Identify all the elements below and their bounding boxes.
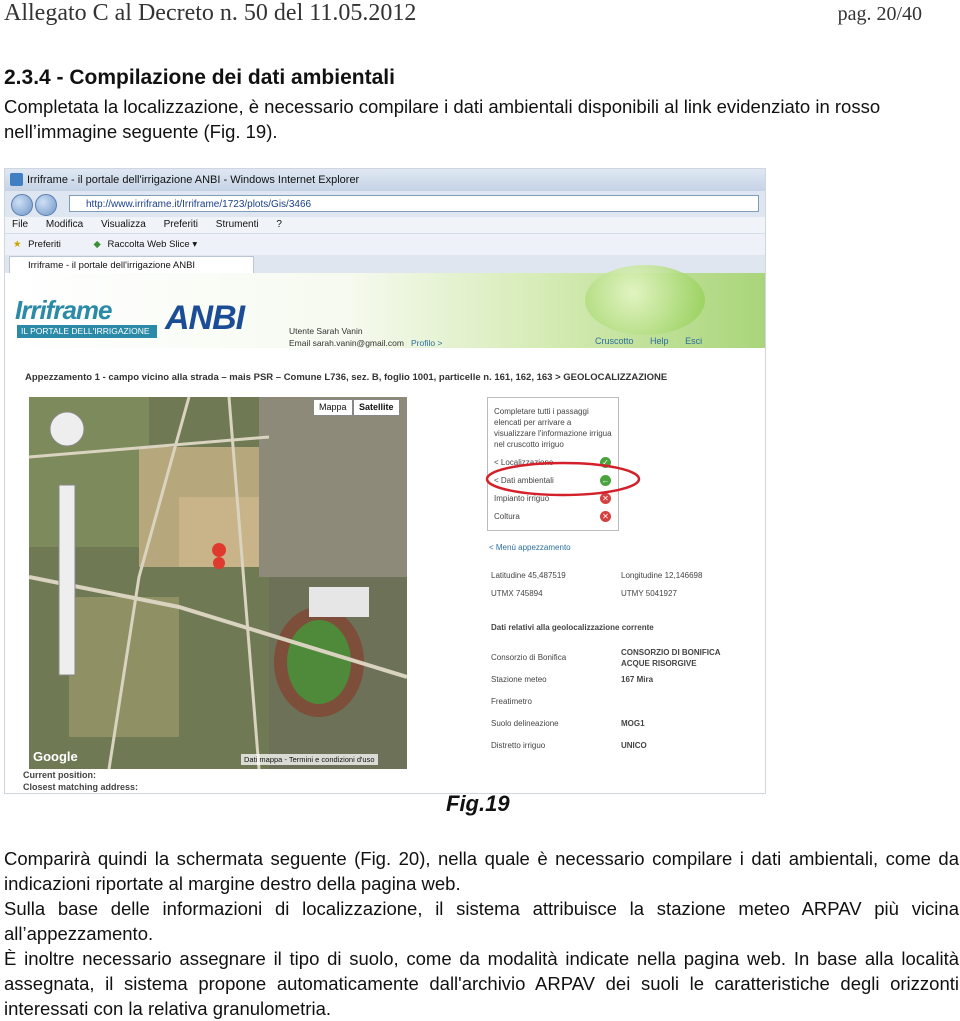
geo-label: Distretto irriguo <box>491 741 546 750</box>
web-slice-gallery: Raccolta Web Slice ▾ <box>107 239 198 250</box>
figure-19-screenshot: Irriframe - il portale dell'irrigazione … <box>4 168 766 794</box>
map-type-satellite: Satellite <box>353 399 400 416</box>
intro-paragraph: Completata la localizzazione, è necessar… <box>4 96 881 142</box>
geo-label: Stazione meteo <box>491 675 547 684</box>
esci-link: Esci <box>685 336 703 346</box>
address-bar: http://www.irriframe.it/Irriframe/1723/p… <box>5 191 765 217</box>
url-field: http://www.irriframe.it/Irriframe/1723/p… <box>69 195 759 212</box>
geo-value: MOG1 <box>621 719 645 728</box>
geo-label: Suolo delineazione <box>491 719 559 728</box>
map-type-mappa: Mappa <box>313 399 353 416</box>
forward-icon <box>35 194 57 216</box>
google-logo: Google <box>33 749 78 764</box>
menu-visualizza: Visualizza <box>100 219 146 230</box>
map-position-info: Current position: Closest matching addre… <box>23 770 139 792</box>
favorites-button: Preferiti <box>28 239 61 250</box>
geo-label: Freatimetro <box>491 697 532 706</box>
menu-help: ? <box>276 219 282 230</box>
geo-section-title: Dati relativi alla geolocalizzazione cor… <box>491 623 654 632</box>
leaf-graphic <box>585 265 705 335</box>
geo-value: CONSORZIO DI BONIFICA ACQUE RISORGIVE <box>621 648 721 668</box>
browser-window-title: Irriframe - il portale dell'irrigazione … <box>27 174 360 186</box>
browser-menu-bar: File Modifica Visualizza Preferiti Strum… <box>5 217 765 233</box>
figure-caption: Fig.19 <box>446 791 510 816</box>
menu-modifica: Modifica <box>45 219 84 230</box>
back-icon <box>11 194 33 216</box>
cruscotto-link: Cruscotto <box>595 336 634 346</box>
body-paragraph: Sulla base delle informazioni di localiz… <box>4 898 959 944</box>
profile-link: Profilo > <box>411 338 443 348</box>
step-coltura: Coltura <box>494 512 520 521</box>
page-number: pag. 20/40 <box>837 3 922 25</box>
web-slice-icon: ◆ <box>93 239 101 250</box>
geo-label: Consorzio di Bonifica <box>491 653 567 662</box>
steps-intro: Completare tutti i passaggi elencati per… <box>494 407 612 449</box>
error-icon: ✕ <box>600 511 611 522</box>
red-highlight-ellipse <box>485 461 641 497</box>
body-paragraph: Comparirà quindi la schermata seguente (… <box>4 848 959 894</box>
help-link: Help <box>650 336 669 346</box>
menu-preferiti: Preferiti <box>163 219 199 230</box>
satellite-map: Mappa Satellite Google Dati mappa - Term… <box>29 397 407 769</box>
site-banner: Irriframe IL PORTALE DELL'IRRIGAZIONE AN… <box>5 265 765 348</box>
user-info: Utente Sarah Vanin Email sarah.vanin@gma… <box>289 326 443 348</box>
map-terms: Dati mappa - Termini e condizioni d'uso <box>241 754 378 765</box>
utmy: UTMY 5041927 <box>621 589 677 598</box>
browser-title-bar: Irriframe - il portale dell'irrigazione … <box>5 169 765 191</box>
ie-icon <box>10 173 23 186</box>
latitude: Latitudine 45,487519 <box>491 571 566 580</box>
top-links: Cruscotto Help Esci <box>595 336 716 346</box>
steps-panel: Completare tutti i passaggi elencati per… <box>483 397 763 777</box>
plot-breadcrumb: Appezzamento 1 - campo vicino alla strad… <box>25 372 668 383</box>
document-header-title: Allegato C al Decreto n. 50 del 11.05.20… <box>4 0 417 26</box>
menu-appezzamento-link: < Menù appezzamento <box>489 543 571 552</box>
geo-value: UNICO <box>621 741 647 750</box>
longitude: Longitudine 12,146698 <box>621 571 703 580</box>
geo-value: 167 Mira <box>621 675 654 684</box>
anbi-logo: ANBI <box>165 299 245 337</box>
menu-strumenti: Strumenti <box>215 219 259 230</box>
utmx: UTMX 745894 <box>491 589 543 598</box>
star-icon: ★ <box>13 239 22 250</box>
section-title: 2.3.4 - Compilazione dei dati ambientali <box>4 66 395 89</box>
body-paragraph: È inoltre necessario assegnare il tipo d… <box>4 948 959 1019</box>
browser-tab: Irriframe - il portale dell'irrigazione … <box>9 256 254 273</box>
menu-file: File <box>12 219 29 230</box>
irriframe-logo: Irriframe IL PORTALE DELL'IRRIGAZIONE <box>15 295 165 339</box>
favorites-bar: ★ Preferiti ◆ Raccolta Web Slice ▾ <box>5 233 765 256</box>
map-imagery <box>29 397 407 769</box>
